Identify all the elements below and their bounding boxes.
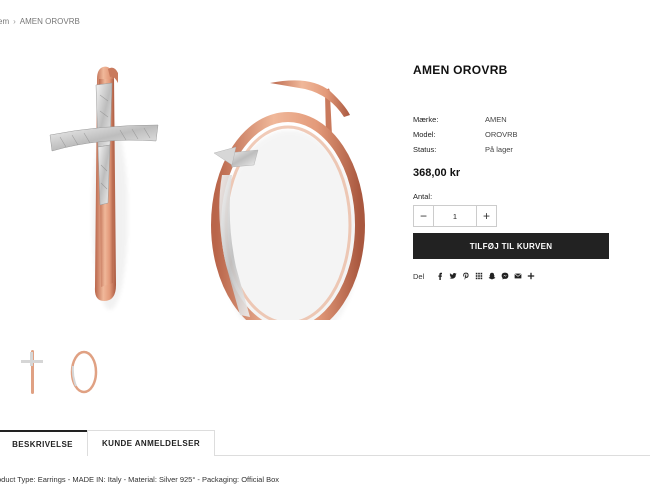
breadcrumb: em › AMEN OROVRB bbox=[0, 17, 80, 26]
share-bar: Del bbox=[413, 270, 538, 282]
messenger-icon[interactable] bbox=[499, 271, 510, 282]
product-meta: Mærke: AMEN Model: OROVRB Status: På lag… bbox=[413, 112, 613, 157]
thumbnail-hoop-image bbox=[70, 350, 98, 394]
meta-value-model: OROVRB bbox=[485, 130, 518, 139]
meta-row-status: Status: På lager bbox=[413, 142, 613, 157]
product-description: oduct Type: Earrings - MADE IN: Italy - … bbox=[0, 475, 279, 484]
meta-value-status: På lager bbox=[485, 145, 513, 154]
meta-label-brand: Mærke: bbox=[413, 115, 439, 124]
breadcrumb-link-previous[interactable]: em bbox=[0, 17, 9, 26]
tab-description[interactable]: BESKRIVELSE bbox=[0, 430, 87, 457]
earrings-illustration bbox=[49, 66, 365, 350]
meta-value-brand[interactable]: AMEN bbox=[485, 115, 507, 124]
meta-row-brand: Mærke: AMEN bbox=[413, 112, 613, 127]
meta-row-model: Model: OROVRB bbox=[413, 127, 613, 142]
meta-label-status: Status: bbox=[413, 145, 437, 154]
add-to-cart-button[interactable]: TILFØJ TIL KURVEN bbox=[413, 233, 609, 259]
tab-customer-reviews[interactable]: KUNDE ANMELDELSER bbox=[87, 430, 215, 456]
share-label: Del bbox=[413, 271, 425, 281]
breadcrumb-separator-icon: › bbox=[13, 17, 16, 26]
quantity-input[interactable] bbox=[434, 206, 476, 226]
quantity-decrease-button[interactable]: − bbox=[414, 206, 434, 226]
pinterest-icon[interactable] bbox=[460, 271, 471, 282]
facebook-icon[interactable] bbox=[434, 271, 445, 282]
meta-label-model: Model: bbox=[413, 130, 436, 139]
product-title: AMEN OROVRB bbox=[413, 63, 508, 77]
product-main-image[interactable] bbox=[0, 55, 395, 350]
quantity-label: Antal: bbox=[413, 192, 433, 201]
email-icon[interactable] bbox=[512, 271, 523, 282]
product-price: 368,00 kr bbox=[413, 167, 461, 179]
twitter-icon[interactable] bbox=[447, 271, 458, 282]
plus-icon[interactable] bbox=[525, 271, 536, 282]
snapchat-icon[interactable] bbox=[486, 271, 497, 282]
grid-icon[interactable] bbox=[473, 271, 484, 282]
thumbnail-cross-image bbox=[21, 350, 43, 394]
quantity-increase-button[interactable]: + bbox=[476, 206, 496, 226]
thumbnail-list bbox=[10, 345, 106, 397]
thumbnail-hoop-earring[interactable] bbox=[62, 345, 106, 397]
quantity-stepper: − + bbox=[413, 205, 497, 227]
thumbnail-cross-earring[interactable] bbox=[10, 345, 54, 397]
breadcrumb-current: AMEN OROVRB bbox=[19, 17, 80, 26]
product-tabs: BESKRIVELSE KUNDE ANMELDELSER bbox=[0, 430, 650, 457]
